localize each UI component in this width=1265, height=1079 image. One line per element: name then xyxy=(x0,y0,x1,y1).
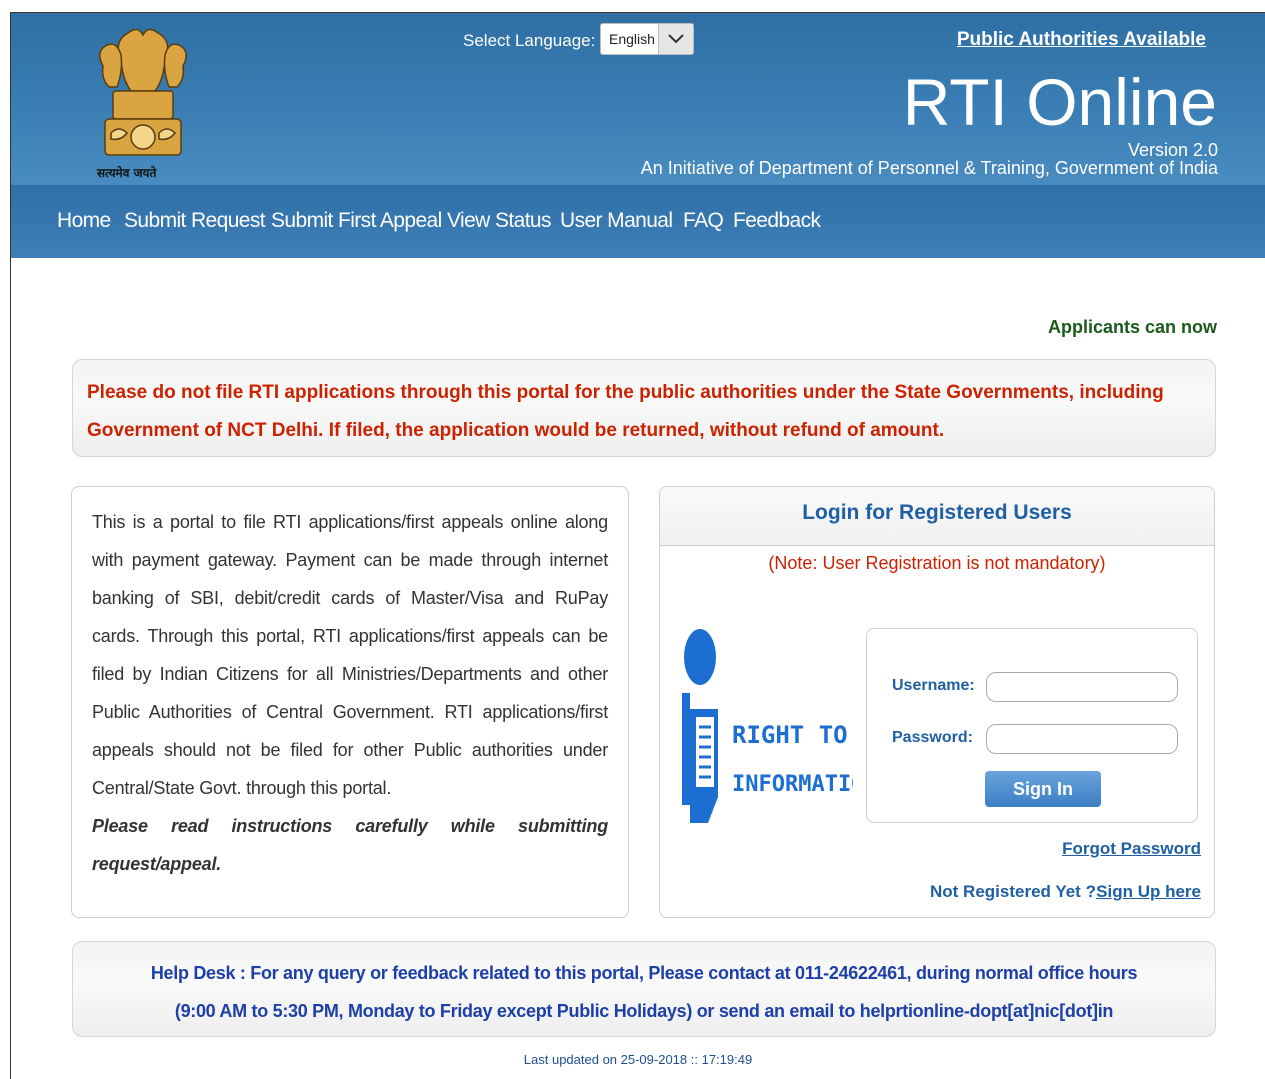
helpdesk-line2: (9:00 AM to 5:30 PM, Monday to Friday ex… xyxy=(174,1001,1114,1021)
public-authorities-link[interactable]: Public Authorities Available xyxy=(957,29,1206,51)
national-emblem-icon xyxy=(99,28,187,156)
login-form: Username: Password: Sign In xyxy=(866,628,1198,823)
notice-text: Please do not file RTI applications thro… xyxy=(87,382,1164,441)
helpdesk-line1: Help Desk : For any query or feedback re… xyxy=(150,963,1138,983)
about-panel: This is a portal to file RTI application… xyxy=(71,486,629,918)
registration-note: (Note: User Registration is not mandator… xyxy=(768,553,1106,573)
page-frame: सत्यमेव जयते Select Language: English Pu… xyxy=(10,12,1265,1079)
nav-faq[interactable]: FAQ xyxy=(683,209,724,233)
initiative-text: An Initiative of Department of Personnel… xyxy=(640,158,1218,178)
not-registered-text: Not Registered Yet ? xyxy=(930,882,1096,901)
about-text: This is a portal to file RTI application… xyxy=(92,512,608,798)
login-title: Login for Registered Users xyxy=(802,501,1072,524)
brand-title: RTI Online xyxy=(902,65,1217,139)
username-input[interactable] xyxy=(986,672,1178,702)
select-language-label: Select Language: xyxy=(463,31,596,50)
language-select[interactable]: English xyxy=(600,23,694,55)
emblem-caption: सत्यमेव जयते xyxy=(97,166,157,180)
login-header: Login for Registered Users xyxy=(660,487,1214,546)
password-label: Password: xyxy=(892,729,973,746)
username-label: Username: xyxy=(892,677,975,694)
scrolling-announcement: Applicants can now xyxy=(1047,317,1217,337)
state-gov-notice: Please do not file RTI applications thro… xyxy=(72,359,1216,457)
header-banner: सत्यमेव जयते Select Language: English Pu… xyxy=(11,13,1265,185)
main-nav: Home Submit Request Submit First Appeal … xyxy=(11,185,1265,258)
nav-submit-first-appeal[interactable]: Submit First Appeal xyxy=(271,209,442,233)
chevron-down-icon[interactable] xyxy=(658,24,693,54)
login-panel: Login for Registered Users (Note: User R… xyxy=(659,486,1215,918)
instruction-text: Please read instructions carefully while… xyxy=(92,816,608,874)
nav-user-manual[interactable]: User Manual xyxy=(560,209,673,233)
nav-feedback[interactable]: Feedback xyxy=(733,209,821,233)
nav-home[interactable]: Home xyxy=(57,209,111,233)
language-selected-value: English xyxy=(609,31,655,47)
help-desk-panel: Help Desk : For any query or feedback re… xyxy=(72,941,1216,1037)
rti-logo-line1: RIGHT TO xyxy=(732,721,848,749)
sign-in-button[interactable]: Sign In xyxy=(985,771,1101,807)
password-input[interactable] xyxy=(986,724,1178,754)
rti-logo-line2: INFORMATION xyxy=(732,772,853,797)
sign-up-link[interactable]: Sign Up here xyxy=(1096,882,1201,902)
rti-logo-icon: RIGHT TO INFORMATION xyxy=(682,629,853,823)
last-updated-text: Last updated on 25-09-2018 :: 17:19:49 xyxy=(523,1052,753,1067)
forgot-password-link[interactable]: Forgot Password xyxy=(1062,839,1201,859)
nav-view-status[interactable]: View Status xyxy=(447,209,552,233)
nav-submit-request[interactable]: Submit Request xyxy=(124,209,266,233)
